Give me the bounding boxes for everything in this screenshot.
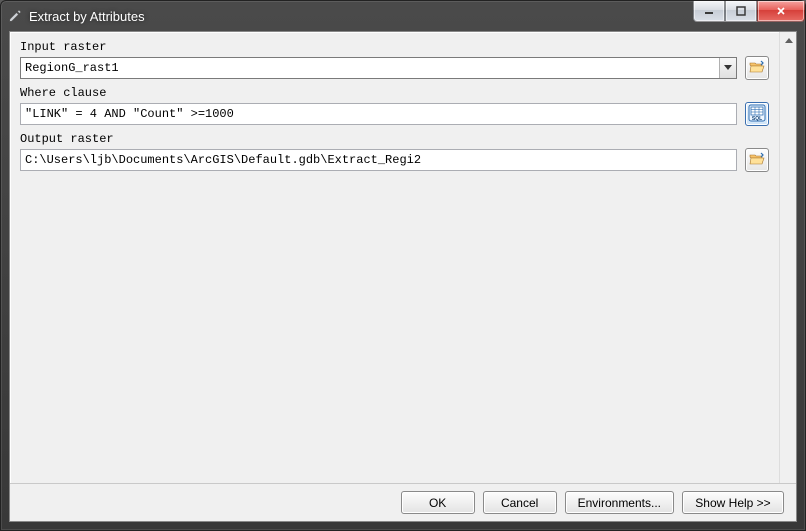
input-raster-label: Input raster	[20, 40, 769, 54]
output-raster-label: Output raster	[20, 132, 769, 146]
scroll-up-icon[interactable]	[780, 32, 796, 49]
window-controls	[693, 1, 805, 22]
output-raster-input[interactable]: C:\Users\ljb\Documents\ArcGIS\Default.gd…	[20, 149, 737, 171]
minimize-button[interactable]	[693, 1, 725, 22]
button-bar: OK Cancel Environments... Show Help >>	[10, 483, 796, 521]
svg-text:SQL: SQL	[752, 116, 762, 122]
form-area: Input raster RegionG_rast1	[10, 32, 779, 483]
input-raster-field: Input raster RegionG_rast1	[20, 40, 769, 80]
close-button[interactable]	[757, 1, 805, 22]
browse-output-button[interactable]	[745, 148, 769, 172]
sql-icon: SQL	[748, 104, 766, 125]
where-clause-input[interactable]: "LINK" = 4 AND "Count" >=1000	[20, 103, 737, 125]
environments-button[interactable]: Environments...	[565, 491, 674, 514]
hammer-icon	[7, 8, 23, 24]
cancel-button[interactable]: Cancel	[483, 491, 557, 514]
ok-button[interactable]: OK	[401, 491, 475, 514]
client-area: Input raster RegionG_rast1	[9, 31, 797, 522]
show-help-button[interactable]: Show Help >>	[682, 491, 784, 514]
vertical-scrollbar[interactable]	[779, 32, 796, 483]
folder-open-icon	[749, 152, 765, 169]
input-raster-value: RegionG_rast1	[25, 61, 719, 75]
input-raster-combo[interactable]: RegionG_rast1	[20, 57, 737, 79]
where-clause-label: Where clause	[20, 86, 769, 100]
window-title: Extract by Attributes	[29, 9, 145, 24]
maximize-button[interactable]	[725, 1, 757, 22]
browse-input-button[interactable]	[745, 56, 769, 80]
dialog-window: Extract by Attributes Input raster Regio…	[0, 0, 806, 531]
sql-builder-button[interactable]: SQL	[745, 102, 769, 126]
folder-open-icon	[749, 60, 765, 77]
output-raster-field: Output raster C:\Users\ljb\Documents\Arc…	[20, 132, 769, 172]
chevron-down-icon[interactable]	[719, 58, 736, 78]
title-bar[interactable]: Extract by Attributes	[1, 1, 805, 31]
where-clause-field: Where clause "LINK" = 4 AND "Count" >=10…	[20, 86, 769, 126]
content-area: Input raster RegionG_rast1	[10, 32, 796, 483]
